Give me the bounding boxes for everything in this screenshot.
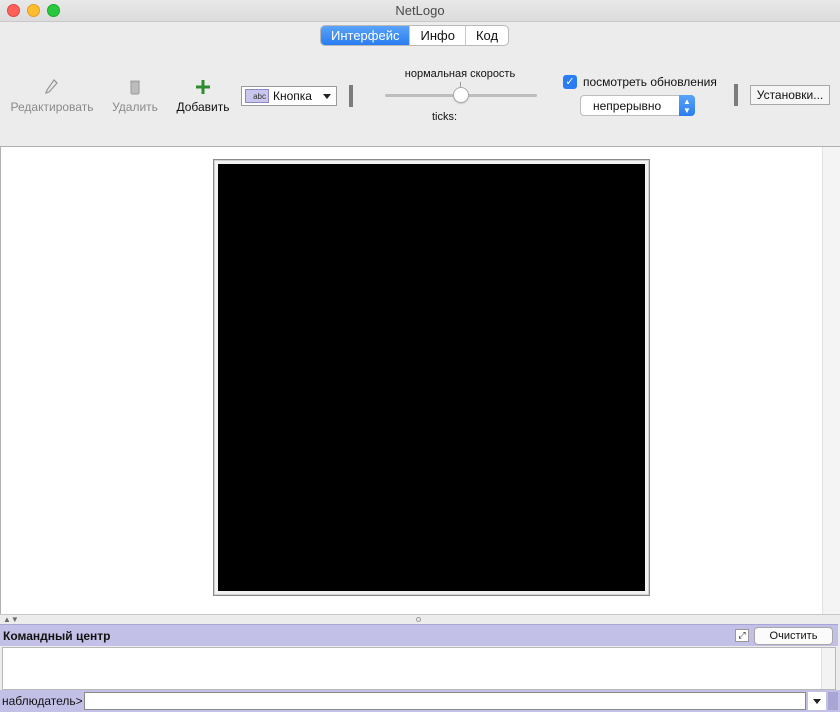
title-bar: NetLogo	[0, 0, 840, 22]
history-dropdown-button[interactable]	[808, 692, 826, 710]
ticks-counter: ticks:	[432, 111, 458, 123]
chevron-down-icon	[323, 93, 331, 99]
tab-bar: Интерфейс Инфо Код	[320, 25, 510, 46]
world-view-frame	[213, 159, 650, 596]
speed-slider-thumb[interactable]	[453, 87, 469, 103]
splitter-knob[interactable]	[416, 617, 421, 622]
splitter-arrows-icon[interactable]: ▲▼	[3, 615, 19, 624]
add-button[interactable]: Добавить	[174, 78, 232, 114]
command-input-row: наблюдатель>	[0, 690, 840, 712]
add-label: Добавить	[176, 100, 230, 114]
world-view[interactable]	[218, 164, 645, 591]
netlogo-window: NetLogo Интерфейс Инфо Код Редактировать…	[0, 0, 840, 712]
update-mode-select[interactable]: непрерывно ▲ ▼	[580, 95, 695, 116]
delete-button[interactable]: Удалить	[110, 78, 160, 114]
widget-type-select[interactable]: abc Кнопка	[241, 86, 337, 106]
button-widget-icon: abc	[245, 89, 269, 103]
delete-label: Удалить	[112, 100, 158, 114]
tab-code[interactable]: Код	[464, 26, 508, 45]
edit-label: Редактировать	[10, 100, 94, 114]
update-mode-value: непрерывно	[593, 99, 662, 113]
vertical-scrollbar[interactable]	[822, 147, 840, 615]
widget-type-value: Кнопка	[273, 89, 312, 103]
interface-canvas[interactable]	[0, 146, 840, 615]
trash-icon	[110, 78, 160, 96]
agent-prompt-label[interactable]: наблюдатель>	[2, 694, 83, 708]
toolbar-separator	[349, 85, 353, 107]
command-center-title: Командный центр	[3, 629, 111, 643]
window-title: NetLogo	[395, 3, 445, 18]
tab-interface[interactable]: Интерфейс	[321, 26, 410, 45]
view-updates-checkbox[interactable]: ✓	[563, 75, 577, 89]
settings-button[interactable]: Установки...	[750, 85, 830, 105]
view-updates-label: посмотреть обновления	[583, 75, 717, 89]
clear-button[interactable]: Очистить	[754, 627, 833, 645]
updown-chevron-icon: ▲ ▼	[679, 95, 695, 116]
command-center-header: Командный центр ⤢ Очистить	[0, 624, 838, 646]
panel-splitter[interactable]: ▲▼	[0, 614, 840, 624]
input-grip	[828, 692, 838, 710]
edit-button[interactable]: Редактировать	[10, 78, 94, 114]
command-input[interactable]	[84, 692, 806, 710]
expand-icon[interactable]: ⤢	[735, 629, 749, 642]
tab-info[interactable]: Инфо	[409, 26, 464, 45]
speed-label: нормальная скорость	[404, 68, 516, 80]
command-center-output[interactable]	[2, 647, 836, 690]
chevron-down-icon	[813, 699, 821, 704]
pencil-icon	[10, 78, 94, 96]
output-scrollbar[interactable]	[821, 648, 835, 689]
plus-icon	[174, 78, 232, 96]
toolbar-separator	[734, 84, 738, 106]
